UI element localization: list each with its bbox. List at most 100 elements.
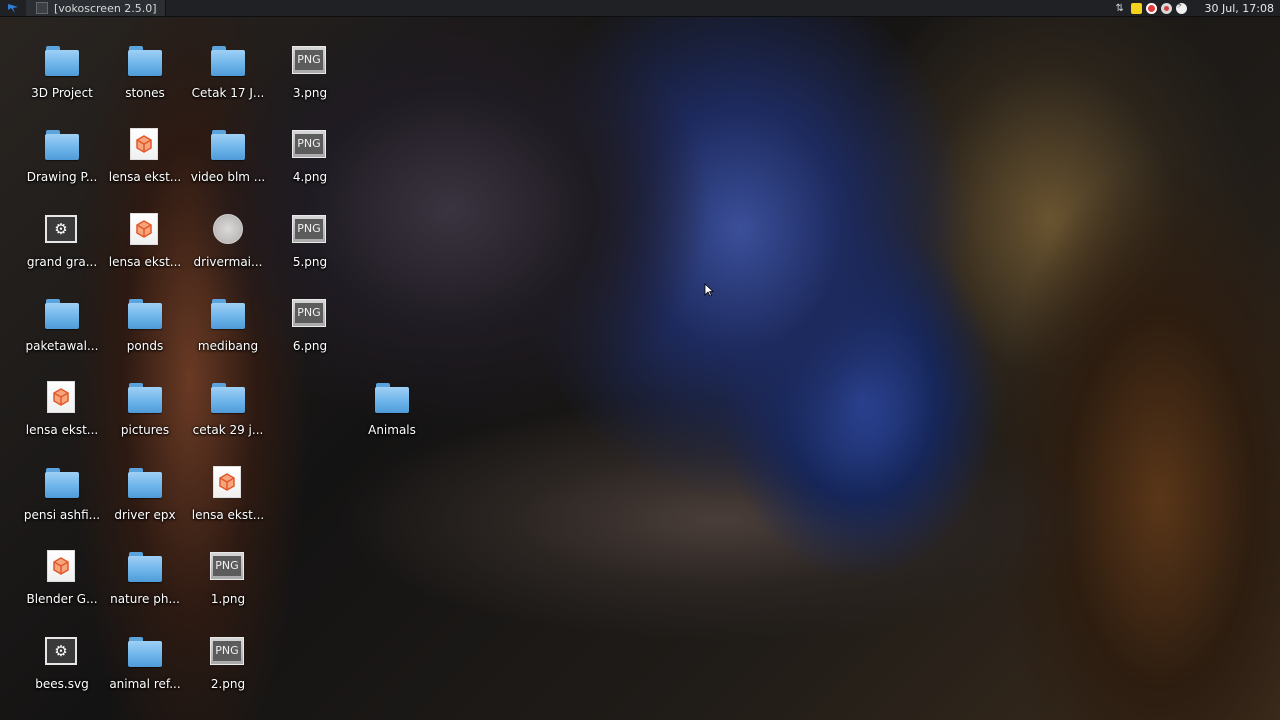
folder-icon: [374, 381, 410, 415]
desktop-icon[interactable]: animal ref...: [105, 629, 185, 709]
desktop-icon-label: bees.svg: [35, 677, 89, 691]
desktop-icon-label: animal ref...: [109, 677, 181, 691]
desktop-icon[interactable]: Drawing P...: [22, 122, 102, 202]
recorder-icon[interactable]: [1160, 2, 1172, 14]
desktop-icon[interactable]: video blm ...: [188, 122, 268, 202]
desktop-icon[interactable]: driver epx: [105, 460, 185, 540]
clock[interactable]: 30 Jul, 17:08: [1205, 2, 1274, 15]
desktop-icon-label: lensa ekst...: [25, 423, 99, 437]
desktop-icon-label: lensa ekst...: [108, 170, 182, 184]
desktop-icon-label: Blender G...: [26, 592, 98, 606]
note-icon[interactable]: [1130, 2, 1142, 14]
desktop-icon-label: pictures: [120, 423, 170, 437]
png-badge: PNG: [295, 303, 323, 323]
folder-icon: [127, 381, 163, 415]
png-badge: PNG: [213, 641, 241, 661]
desktop-icon[interactable]: ponds: [105, 291, 185, 371]
desktop-icon[interactable]: PNG 4.png: [270, 122, 350, 202]
desktop-icon-label: grand gra...: [26, 255, 98, 269]
png-badge: PNG: [213, 556, 241, 576]
desktop-icon[interactable]: 3D Project: [22, 38, 102, 118]
desktop-icon-label: paketawal...: [25, 339, 99, 353]
folder-icon: [127, 297, 163, 331]
desktop-icon-label: ponds: [126, 339, 164, 353]
desktop-icon-label: medibang: [197, 339, 259, 353]
folder-icon: [210, 381, 246, 415]
system-tray: ⇅ 30 Jul, 17:08: [1116, 1, 1280, 15]
window-icon: [36, 2, 48, 14]
desktop-icon-label: Drawing P...: [26, 170, 98, 184]
desktop-icon-label: video blm ...: [190, 170, 266, 184]
folder-icon: [127, 44, 163, 78]
folder-icon: [127, 550, 163, 584]
desktop-icon[interactable]: pensi ashfi...: [22, 460, 102, 540]
app-menu-button[interactable]: [0, 0, 26, 16]
desktop-icon-label: nature ph...: [110, 592, 180, 606]
desktop-icon[interactable]: stones: [105, 38, 185, 118]
gear-document-icon: ⚙: [44, 635, 80, 669]
blender-cube-icon: [44, 550, 80, 584]
taskbar-window-title: [vokoscreen 2.5.0]: [54, 1, 157, 15]
desktop-icon-label: 3.png: [292, 86, 328, 100]
desktop-icon[interactable]: lensa ekst...: [22, 375, 102, 455]
folder-icon: [44, 44, 80, 78]
desktop-icon-label: 2.png: [210, 677, 246, 691]
desktop-icon[interactable]: paketawal...: [22, 291, 102, 371]
desktop-icon[interactable]: PNG 3.png: [270, 38, 350, 118]
desktop-icon[interactable]: Cetak 17 J...: [188, 38, 268, 118]
desktop-icon-label: Animals: [368, 423, 416, 437]
power-icon[interactable]: [1175, 1, 1187, 14]
mouse-cursor-icon: [704, 283, 714, 297]
png-image-icon: PNG: [292, 297, 328, 331]
desktop-icon-label: 1.png: [210, 592, 246, 606]
top-panel: [vokoscreen 2.5.0] ⇅ 30 Jul, 17:08: [0, 0, 1280, 17]
desktop-icon[interactable]: Animals: [352, 375, 432, 455]
desktop-icon-label: driver epx: [114, 508, 176, 522]
folder-icon: [44, 297, 80, 331]
blender-cube-icon: [210, 466, 246, 500]
desktop-icon[interactable]: lensa ekst...: [105, 122, 185, 202]
folder-icon: [210, 128, 246, 162]
desktop-icon-label: stones: [125, 86, 165, 100]
png-image-icon: PNG: [210, 550, 246, 584]
record-icon[interactable]: [1145, 2, 1157, 14]
gear-document-icon: ⚙: [44, 213, 80, 247]
desktop-icon[interactable]: nature ph...: [105, 544, 185, 624]
blender-cube-icon: [127, 128, 163, 162]
png-image-icon: PNG: [292, 44, 328, 78]
folder-icon: [127, 466, 163, 500]
png-badge: PNG: [295, 134, 323, 154]
png-badge: PNG: [295, 219, 323, 239]
folder-icon: [44, 128, 80, 162]
desktop-icon[interactable]: ⚙ grand gra...: [22, 207, 102, 287]
desktop-icon-label: 3D Project: [31, 86, 93, 100]
network-icon[interactable]: ⇅: [1116, 3, 1127, 14]
desktop-icon[interactable]: PNG 1.png: [188, 544, 268, 624]
desktop-icon[interactable]: drivermai...: [188, 207, 268, 287]
desktop-icon[interactable]: Blender G...: [22, 544, 102, 624]
desktop-icon[interactable]: PNG 6.png: [270, 291, 350, 371]
desktop-icon[interactable]: medibang: [188, 291, 268, 371]
desktop-icon[interactable]: lensa ekst...: [188, 460, 268, 540]
desktop-icon-label: lensa ekst...: [191, 508, 265, 522]
folder-icon: [210, 44, 246, 78]
taskbar-window-vokoscreen[interactable]: [vokoscreen 2.5.0]: [26, 0, 166, 16]
desktop-icon-label: 6.png: [292, 339, 328, 353]
png-image-icon: PNG: [292, 128, 328, 162]
menu-bird-icon: [8, 4, 18, 13]
png-image-icon: PNG: [292, 213, 328, 247]
desktop-icon[interactable]: PNG 2.png: [188, 629, 268, 709]
folder-icon: [210, 297, 246, 331]
desktop-icon-label: 4.png: [292, 170, 328, 184]
desktop-icon[interactable]: ⚙ bees.svg: [22, 629, 102, 709]
desktop-icon[interactable]: pictures: [105, 375, 185, 455]
desktop-icon-label: 5.png: [292, 255, 328, 269]
blender-cube-icon: [44, 381, 80, 415]
desktop-icon[interactable]: cetak 29 j...: [188, 375, 268, 455]
desktop-icon-label: cetak 29 j...: [192, 423, 264, 437]
desktop-icon-label: lensa ekst...: [108, 255, 182, 269]
png-image-icon: PNG: [210, 635, 246, 669]
desktop-icon[interactable]: PNG 5.png: [270, 207, 350, 287]
desktop-icon[interactable]: lensa ekst...: [105, 207, 185, 287]
disc-icon: [210, 213, 246, 247]
